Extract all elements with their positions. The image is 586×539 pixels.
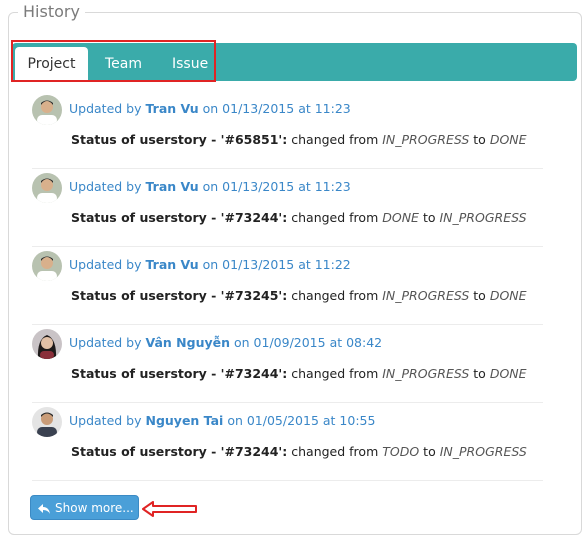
entry-meta: Updated by Vân Nguyễn on 01/09/2015 at 0…	[69, 335, 382, 350]
updated-by-text: Updated by	[69, 335, 142, 350]
changed-text: changed from	[291, 366, 379, 381]
updated-by-text: Updated by	[69, 257, 142, 272]
to-text: to	[423, 444, 436, 459]
user-link[interactable]: Tran Vu	[146, 257, 199, 272]
avatar	[32, 407, 62, 437]
history-entry: Updated by Tran Vu on 01/13/2015 at 11:2…	[32, 168, 543, 247]
history-entry: Updated by Tran Vu on 01/13/2015 at 11:2…	[32, 246, 543, 325]
status-line: Status of userstory - '#73244': changed …	[71, 366, 527, 381]
timestamp: on 01/13/2015 at 11:23	[202, 179, 351, 194]
to-status: DONE	[489, 132, 527, 147]
entry-meta: Updated by Tran Vu on 01/13/2015 at 11:2…	[69, 257, 351, 272]
updated-by-text: Updated by	[69, 179, 142, 194]
updated-by-text: Updated by	[69, 101, 142, 116]
avatar	[32, 251, 62, 281]
show-more-button[interactable]: Show more...	[30, 495, 139, 520]
status-label: Status of userstory - '#73244':	[71, 210, 288, 225]
changed-text: changed from	[291, 288, 379, 303]
from-status: IN_PROGRESS	[382, 366, 470, 381]
to-status: IN_PROGRESS	[439, 210, 527, 225]
timestamp: on 01/05/2015 at 10:55	[227, 413, 376, 428]
timestamp: on 01/13/2015 at 11:23	[202, 101, 351, 116]
avatar	[32, 173, 62, 203]
tabs-highlight	[11, 40, 216, 82]
timestamp: on 01/09/2015 at 08:42	[234, 335, 383, 350]
entry-meta: Updated by Tran Vu on 01/13/2015 at 11:2…	[69, 101, 351, 116]
status-label: Status of userstory - '#65851':	[71, 132, 288, 147]
status-line: Status of userstory - '#73245': changed …	[71, 288, 527, 303]
user-link[interactable]: Nguyen Tai	[146, 413, 224, 428]
avatar	[32, 95, 62, 125]
to-text: to	[473, 288, 486, 303]
status-label: Status of userstory - '#73244':	[71, 444, 288, 459]
entry-meta: Updated by Tran Vu on 01/13/2015 at 11:2…	[69, 179, 351, 194]
history-entry: Updated by Nguyen Tai on 01/05/2015 at 1…	[32, 402, 543, 481]
to-status: DONE	[489, 366, 527, 381]
updated-by-text: Updated by	[69, 413, 142, 428]
status-label: Status of userstory - '#73244':	[71, 366, 288, 381]
to-text: to	[473, 132, 486, 147]
arrow-annotation-icon	[142, 501, 197, 517]
history-entry: Updated by Tran Vu on 01/13/2015 at 11:2…	[32, 90, 543, 169]
from-status: DONE	[382, 210, 419, 225]
reply-icon	[37, 496, 51, 530]
changed-text: changed from	[291, 132, 379, 147]
user-link[interactable]: Tran Vu	[146, 179, 199, 194]
to-status: IN_PROGRESS	[439, 444, 527, 459]
status-line: Status of userstory - '#73244': changed …	[71, 210, 527, 225]
panel-title: History	[18, 2, 85, 22]
to-text: to	[422, 210, 436, 225]
avatar	[32, 329, 62, 359]
entry-meta: Updated by Nguyen Tai on 01/05/2015 at 1…	[69, 413, 375, 428]
show-more-label: Show more...	[55, 501, 134, 515]
user-link[interactable]: Tran Vu	[146, 101, 199, 116]
user-link[interactable]: Vân Nguyễn	[146, 335, 231, 350]
from-status: TODO	[382, 444, 420, 459]
changed-text: changed from	[291, 444, 379, 459]
timestamp: on 01/13/2015 at 11:22	[202, 257, 351, 272]
from-status: IN_PROGRESS	[382, 132, 470, 147]
status-line: Status of userstory - '#65851': changed …	[71, 132, 527, 147]
history-entry: Updated by Vân Nguyễn on 01/09/2015 at 0…	[32, 324, 543, 403]
changed-text: changed from	[291, 210, 379, 225]
to-status: DONE	[489, 288, 527, 303]
status-label: Status of userstory - '#73245':	[71, 288, 288, 303]
to-text: to	[473, 366, 486, 381]
status-line: Status of userstory - '#73244': changed …	[71, 444, 527, 459]
from-status: IN_PROGRESS	[382, 288, 470, 303]
